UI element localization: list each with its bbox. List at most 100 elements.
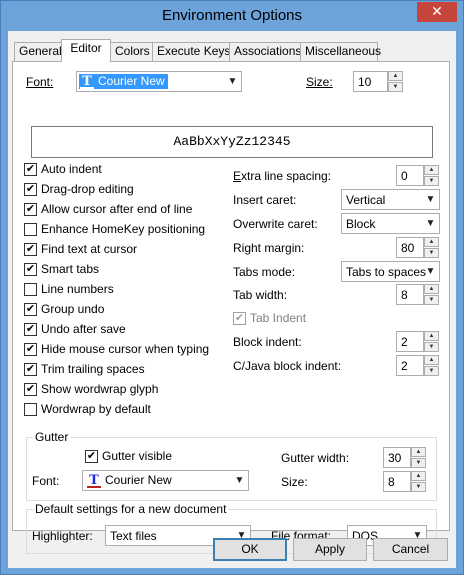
tabs-mode-select[interactable]: Tabs to spaces ▼ <box>341 261 440 282</box>
font-size-value: 10 <box>358 75 372 89</box>
checkbox-label: Undo after save <box>41 322 126 336</box>
checkbox-drag-drop-editing[interactable]: ✔ Drag-drop editing <box>24 182 214 198</box>
spin-up-icon[interactable]: ▲ <box>424 355 439 365</box>
tab-width-spinner[interactable]: 8 ▲ ▼ <box>396 284 439 305</box>
spin-up-icon[interactable]: ▲ <box>424 165 439 175</box>
cjava-block-indent-label: C/Java block indent: <box>233 359 342 373</box>
overwrite-caret-label: Overwrite caret: <box>233 217 318 231</box>
spin-down-icon[interactable]: ▼ <box>424 295 439 305</box>
spin-down-icon[interactable]: ▼ <box>411 482 426 492</box>
apply-button[interactable]: Apply <box>293 538 367 561</box>
close-button[interactable]: ✕ <box>417 2 457 22</box>
ok-button[interactable]: OK <box>213 538 287 561</box>
tab-width-value: 8 <box>401 288 408 302</box>
title-bar[interactable]: Environment Options ✕ <box>1 1 463 31</box>
right-margin-value: 80 <box>401 241 415 255</box>
font-size-spinner[interactable]: 10 ▲ ▼ <box>353 71 403 92</box>
spin-up-icon[interactable]: ▲ <box>411 471 426 481</box>
overwrite-caret-select[interactable]: Block ▼ <box>341 213 440 234</box>
checkbox-label: Allow cursor after end of line <box>41 202 193 216</box>
gutter-visible-label: Gutter visible <box>102 449 173 463</box>
checkbox-label: Group undo <box>41 302 105 316</box>
checkbox-label: Drag-drop editing <box>41 182 134 196</box>
check-icon: ✔ <box>24 243 37 256</box>
highlighter-value: Text files <box>110 529 157 543</box>
extra-line-spacing-spinner[interactable]: 0 ▲ ▼ <box>396 165 439 186</box>
font-preview: AaBbXxYyZz12345 <box>31 126 433 158</box>
spin-up-icon[interactable]: ▲ <box>411 447 426 457</box>
spin-up-icon[interactable]: ▲ <box>424 284 439 294</box>
gutter-font-combobox[interactable]: T Courier New ▼ <box>82 470 249 491</box>
checkbox-label: Find text at cursor <box>41 242 138 256</box>
check-icon: ✔ <box>24 343 37 356</box>
chevron-down-icon[interactable]: ▼ <box>422 190 439 209</box>
checkbox-trim-trailing-spaces[interactable]: ✔ Trim trailing spaces <box>24 362 214 378</box>
gutter-width-label: Gutter width: <box>281 451 350 465</box>
checkbox-empty-icon <box>24 403 37 416</box>
gutter-font-value: Courier New <box>105 473 172 487</box>
spin-up-icon[interactable]: ▲ <box>424 331 439 341</box>
checkbox-auto-indent[interactable]: ✔ Auto indent <box>24 162 214 178</box>
font-value: Courier New <box>98 74 165 88</box>
checkbox-show-wordwrap-glyph[interactable]: ✔ Show wordwrap glyph <box>24 382 214 398</box>
insert-caret-select[interactable]: Vertical ▼ <box>341 189 440 210</box>
tab-execute-keys[interactable]: Execute Keys <box>152 42 230 61</box>
chevron-down-icon[interactable]: ▼ <box>422 262 439 281</box>
extra-line-spacing-label-text: xtra line spacing: <box>241 169 332 183</box>
spin-up-icon[interactable]: ▲ <box>424 237 439 247</box>
tab-editor[interactable]: Editor <box>61 39 111 62</box>
truetype-font-icon: T <box>87 474 101 488</box>
block-indent-spinner[interactable]: 2 ▲ ▼ <box>396 331 439 352</box>
gutter-width-value: 30 <box>388 451 402 465</box>
tab-indent-checkbox[interactable]: ✔ Tab Indent <box>233 311 333 327</box>
gutter-font-label: Font: <box>32 474 60 488</box>
gutter-visible-checkbox[interactable]: ✔ Gutter visible <box>85 449 185 465</box>
block-indent-value: 2 <box>401 335 408 349</box>
spin-down-icon[interactable]: ▼ <box>424 366 439 376</box>
cancel-button[interactable]: Cancel <box>373 538 448 561</box>
chevron-down-icon[interactable]: ▼ <box>422 214 439 233</box>
checkbox-label: Trim trailing spaces <box>41 362 145 376</box>
cjava-block-indent-spinner[interactable]: 2 ▲ ▼ <box>396 355 439 376</box>
spin-down-icon[interactable]: ▼ <box>424 248 439 258</box>
insert-caret-label: Insert caret: <box>233 193 297 207</box>
spin-down-icon[interactable]: ▼ <box>424 176 439 186</box>
checkbox-enhance-homekey-positioning[interactable]: Enhance HomeKey positioning <box>24 222 214 238</box>
gutter-caption: Gutter <box>33 430 71 444</box>
chevron-down-icon[interactable]: ▼ <box>231 471 248 490</box>
check-icon: ✔ <box>24 263 37 276</box>
checkbox-hide-mouse-cursor-when-typing[interactable]: ✔ Hide mouse cursor when typing <box>24 342 214 358</box>
right-margin-label: Right margin: <box>233 241 305 255</box>
checkbox-label: Enhance HomeKey positioning <box>41 222 206 236</box>
checkbox-find-text-at-cursor[interactable]: ✔ Find text at cursor <box>24 242 214 258</box>
spin-down-icon[interactable]: ▼ <box>388 82 403 92</box>
tab-general[interactable]: General <box>14 42 62 61</box>
tab-miscellaneous[interactable]: Miscellaneous <box>300 42 381 61</box>
checkbox-empty-icon <box>24 223 37 236</box>
checkbox-wordwrap-by-default[interactable]: Wordwrap by default <box>24 402 214 418</box>
checkbox-allow-cursor-after-end-of-line[interactable]: ✔ Allow cursor after end of line <box>24 202 214 218</box>
checkbox-group-undo[interactable]: ✔ Group undo <box>24 302 214 318</box>
checkbox-undo-after-save[interactable]: ✔ Undo after save <box>24 322 214 338</box>
tab-colors[interactable]: Colors <box>110 42 153 61</box>
right-margin-spinner[interactable]: 80 ▲ ▼ <box>396 237 439 258</box>
spin-down-icon[interactable]: ▼ <box>424 342 439 352</box>
block-indent-label: Block indent: <box>233 335 302 349</box>
checkbox-smart-tabs[interactable]: ✔ Smart tabs <box>24 262 214 278</box>
gutter-size-spinner[interactable]: 8 ▲ ▼ <box>383 471 426 492</box>
font-label: Font: <box>26 75 54 89</box>
gutter-group: Gutter ✔ Gutter visible Font: T Courier N… <box>26 430 437 501</box>
defaults-caption: Default settings for a new document <box>33 502 229 516</box>
window-title: Environment Options <box>161 7 303 24</box>
checkbox-line-numbers[interactable]: Line numbers <box>24 282 214 298</box>
gutter-size-label: Size: <box>281 475 308 489</box>
chevron-down-icon[interactable]: ▼ <box>224 72 241 91</box>
spin-up-icon[interactable]: ▲ <box>388 71 403 81</box>
checkbox-label: Wordwrap by default <box>41 402 151 416</box>
tab-associations[interactable]: Associations <box>229 42 301 61</box>
gutter-width-spinner[interactable]: 30 ▲ ▼ <box>383 447 426 468</box>
highlighter-label: Highlighter: <box>32 529 93 543</box>
checkbox-label: Auto indent <box>41 162 102 176</box>
spin-down-icon[interactable]: ▼ <box>411 458 426 468</box>
font-combobox[interactable]: T Courier New ▼ <box>76 71 242 92</box>
